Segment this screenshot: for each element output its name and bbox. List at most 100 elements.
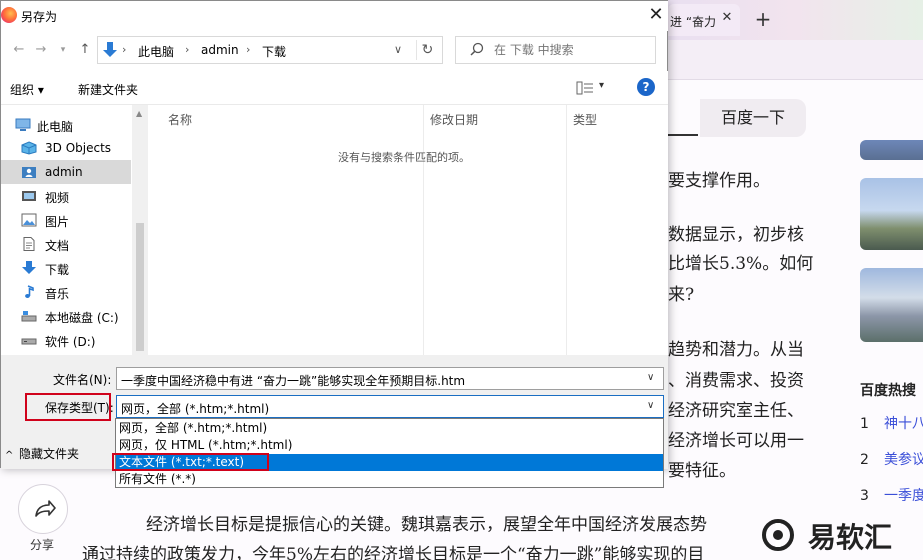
hide-folders-label: 隐藏文件夹 <box>19 447 80 461</box>
view-dropdown-icon[interactable]: ▾ <box>599 80 604 91</box>
logo-icon <box>762 519 794 551</box>
scrollbar-thumb[interactable] <box>136 223 144 351</box>
save-as-dialog: 另存为 ✕ ← → ▾ ↑ › 此电脑 › admin › 下载 ∨ ↻ 组织 … <box>0 0 668 469</box>
hot-search-title: 百度热搜 <box>860 383 916 399</box>
hot-search-link[interactable]: 神十八 <box>884 416 923 432</box>
type-option[interactable]: 所有文件 (*.*) <box>116 471 663 488</box>
navigation-pane: 此电脑 3D Objects admin 视频 图片 文档 下载 音乐 本地磁盘… <box>1 105 148 355</box>
type-option[interactable]: 网页，仅 HTML (*.htm;*.html) <box>116 437 663 454</box>
address-row: ← → ▾ ↑ › 此电脑 › admin › 下载 ∨ ↻ <box>1 33 668 67</box>
news-thumbnail[interactable] <box>860 268 923 342</box>
nav-item-label: admin <box>45 165 83 179</box>
music-folder-icon <box>25 285 34 298</box>
chevron-down-icon[interactable]: ∨ <box>647 400 654 411</box>
back-arrow-icon[interactable]: ← <box>11 41 27 59</box>
downloads-arrow-icon <box>103 42 117 57</box>
refresh-icon[interactable]: ↻ <box>416 40 438 60</box>
nav-item-documents[interactable]: 文档 <box>1 232 131 256</box>
nav-scrollbar[interactable]: ▲ <box>132 105 148 355</box>
chevron-down-icon[interactable]: ∨ <box>647 372 654 383</box>
breadcrumb-admin[interactable]: admin <box>201 43 239 57</box>
browser-tab-title: 进 “奋力 <box>670 15 717 29</box>
nav-item-videos[interactable]: 视频 <box>1 184 131 208</box>
nav-item-label: 视频 <box>45 191 70 205</box>
baidu-search-button[interactable]: 百度一下 <box>700 99 806 137</box>
search-box[interactable] <box>455 36 656 64</box>
nav-item-music[interactable]: 音乐 <box>1 280 131 304</box>
article-line: 要特征。 <box>668 461 736 481</box>
watermark-text: 易软汇 <box>808 521 893 554</box>
breadcrumb-separator: › <box>122 43 127 56</box>
downloads-folder-icon <box>22 261 36 274</box>
file-list[interactable]: 名称 修改日期 类型 没有与搜索条件匹配的项。 <box>148 105 668 355</box>
nav-item-admin[interactable]: admin <box>1 160 131 184</box>
share-button[interactable] <box>18 484 68 534</box>
documents-folder-icon <box>23 237 35 251</box>
breadcrumb-this-pc[interactable]: 此电脑 <box>138 43 174 60</box>
nav-item-downloads[interactable]: 下载 <box>1 256 131 280</box>
filename-field[interactable]: 一季度中国经济稳中有进 “奋力一跳”能够实现全年预期目标.htm ∨ <box>116 367 664 390</box>
annotation-highlight-box <box>25 393 111 421</box>
hot-search-link[interactable]: 一季度 <box>884 488 923 504</box>
share-label: 分享 <box>30 538 55 552</box>
dialog-title: 另存为 <box>21 10 58 24</box>
hot-search-rank: 1 <box>860 416 869 432</box>
address-dropdown-icon[interactable]: ∨ <box>394 43 402 56</box>
up-arrow-icon[interactable]: ↑ <box>77 41 93 59</box>
hot-search-rank: 2 <box>860 452 869 468</box>
video-folder-icon <box>22 191 36 201</box>
organize-menu[interactable]: 组织 ▾ <box>10 81 44 98</box>
new-folder-button[interactable]: 新建文件夹 <box>78 81 138 98</box>
hide-folders-toggle[interactable]: ^ 隐藏文件夹 <box>5 445 79 462</box>
forward-arrow-icon[interactable]: → <box>33 41 49 59</box>
hot-search-item[interactable]: 3 一季度 <box>860 485 923 505</box>
baidu-search-input[interactable] <box>668 98 698 136</box>
pictures-folder-icon <box>21 213 37 227</box>
column-header-type[interactable]: 类型 <box>573 111 597 128</box>
dialog-titlebar[interactable]: 另存为 ✕ <box>1 1 668 31</box>
new-tab-button[interactable]: + <box>752 7 774 31</box>
column-header-date[interactable]: 修改日期 <box>430 111 478 128</box>
recent-dropdown-icon[interactable]: ▾ <box>55 41 71 59</box>
hot-search-item[interactable]: 1 神十八 <box>860 413 923 433</box>
filename-value: 一季度中国经济稳中有进 “奋力一跳”能够实现全年预期目标.htm <box>121 374 466 388</box>
filename-label: 文件名(N): <box>53 373 112 387</box>
nav-item-pictures[interactable]: 图片 <box>1 208 131 232</box>
firefox-icon <box>1 7 17 23</box>
nav-item-this-pc[interactable]: 此电脑 <box>1 113 131 137</box>
view-options-icon[interactable] <box>576 81 594 95</box>
save-type-value: 网页，全部 (*.htm;*.html) <box>121 402 270 416</box>
breadcrumb-downloads[interactable]: 下载 <box>262 43 286 60</box>
nav-item-label: 文档 <box>45 239 70 253</box>
article-line: 比增长5.3%。如何 <box>668 254 814 274</box>
nav-item-label: 下载 <box>45 263 70 277</box>
nav-item-label: 音乐 <box>45 287 70 301</box>
scroll-up-icon[interactable]: ▲ <box>136 109 142 118</box>
nav-item-local-disk-c[interactable]: 本地磁盘 (C:) <box>1 304 131 328</box>
close-button[interactable]: ✕ <box>643 3 669 27</box>
search-input[interactable] <box>494 41 649 59</box>
save-type-select[interactable]: 网页，全部 (*.htm;*.html) ∨ <box>116 395 664 418</box>
nav-item-drive-d[interactable]: 软件 (D:) <box>1 328 131 352</box>
tab-close-icon[interactable]: ✕ <box>719 10 735 26</box>
hot-search-item[interactable]: 2 美参议 <box>860 449 923 469</box>
hot-search-link[interactable]: 美参议 <box>884 452 923 468</box>
article-line: 趋势和潜力。从当 <box>668 340 804 360</box>
news-thumbnail[interactable] <box>860 178 923 250</box>
help-icon[interactable]: ? <box>637 78 655 96</box>
column-divider[interactable] <box>423 105 424 355</box>
nav-item-label: 本地磁盘 (C:) <box>45 311 119 325</box>
annotation-highlight-box <box>112 453 269 471</box>
column-header-name[interactable]: 名称 <box>168 111 192 128</box>
type-option[interactable]: 网页，全部 (*.htm;*.html) <box>116 420 663 437</box>
address-bar[interactable]: › 此电脑 › admin › 下载 ∨ ↻ <box>97 36 443 64</box>
article-line: 通过持续的政策发力，今年5%左右的经济增长目标是一个“奋力一跳”能够实现的目 <box>82 545 705 560</box>
news-thumbnail[interactable] <box>860 140 923 160</box>
nav-item-3d-objects[interactable]: 3D Objects <box>1 136 131 160</box>
column-divider[interactable] <box>566 105 567 355</box>
share-icon <box>35 500 56 517</box>
article-line: 、消费需求、投资 <box>668 371 804 391</box>
local-disk-icon <box>21 311 37 322</box>
browser-toolbar <box>668 40 923 80</box>
article-line: 经济增长目标是提振信心的关键。魏琪嘉表示，展望全年中国经济发展态势 <box>146 515 707 535</box>
